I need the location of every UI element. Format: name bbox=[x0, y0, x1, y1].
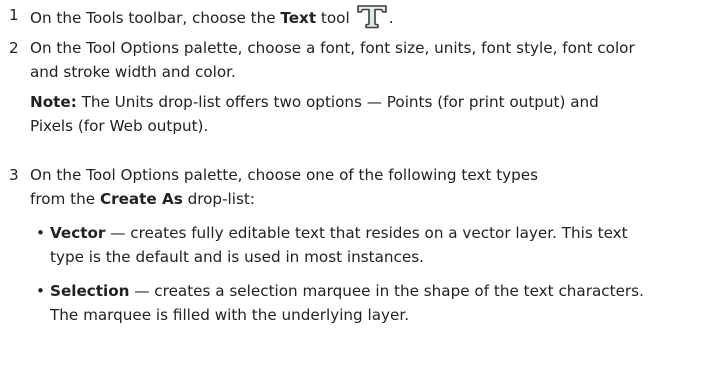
bullet-symbol: • bbox=[36, 224, 45, 242]
text-tool-icon bbox=[355, 3, 389, 29]
bullet-item-selection: • Selection — creates a selection marque… bbox=[30, 279, 650, 327]
step-3: 3 On the Tool Options palette, choose on… bbox=[0, 163, 650, 327]
bullet-term: Selection bbox=[50, 282, 130, 300]
note-label: Note: bbox=[30, 93, 77, 111]
bullet-text: — creates a selection marquee in the sha… bbox=[50, 282, 644, 324]
step-number: 3 bbox=[9, 166, 19, 184]
step-text-end: . bbox=[388, 9, 394, 27]
step-text: On the Tool Options palette, choose one … bbox=[30, 163, 550, 211]
step-text: On the Tool Options palette, choose a fo… bbox=[30, 39, 635, 81]
bullet-item-vector: • Vector — creates fully editable text t… bbox=[30, 221, 650, 269]
step-1: 1 On the Tools toolbar, choose the Text … bbox=[0, 3, 717, 30]
create-as-label: Create As bbox=[99, 190, 183, 208]
step-number: 2 bbox=[9, 39, 19, 57]
text-tool-name: Text bbox=[280, 9, 317, 27]
step-text-after: tool bbox=[316, 9, 350, 27]
note: Note: The Units drop-list offers two opt… bbox=[30, 90, 640, 138]
step-2: 2 On the Tool Options palette, choose a … bbox=[0, 36, 640, 138]
step-text-before: On the Tools toolbar, choose the bbox=[30, 9, 281, 27]
step-text-after: drop-list: bbox=[182, 190, 255, 208]
note-text: The Units drop-list offers two options —… bbox=[30, 93, 599, 135]
step-number: 1 bbox=[9, 6, 19, 24]
bullet-term: Vector bbox=[50, 224, 106, 242]
step-text: On the Tools toolbar, choose the Text to… bbox=[30, 3, 717, 30]
bullet-symbol: • bbox=[36, 282, 45, 300]
bullet-text: — creates fully editable text that resid… bbox=[50, 224, 628, 266]
